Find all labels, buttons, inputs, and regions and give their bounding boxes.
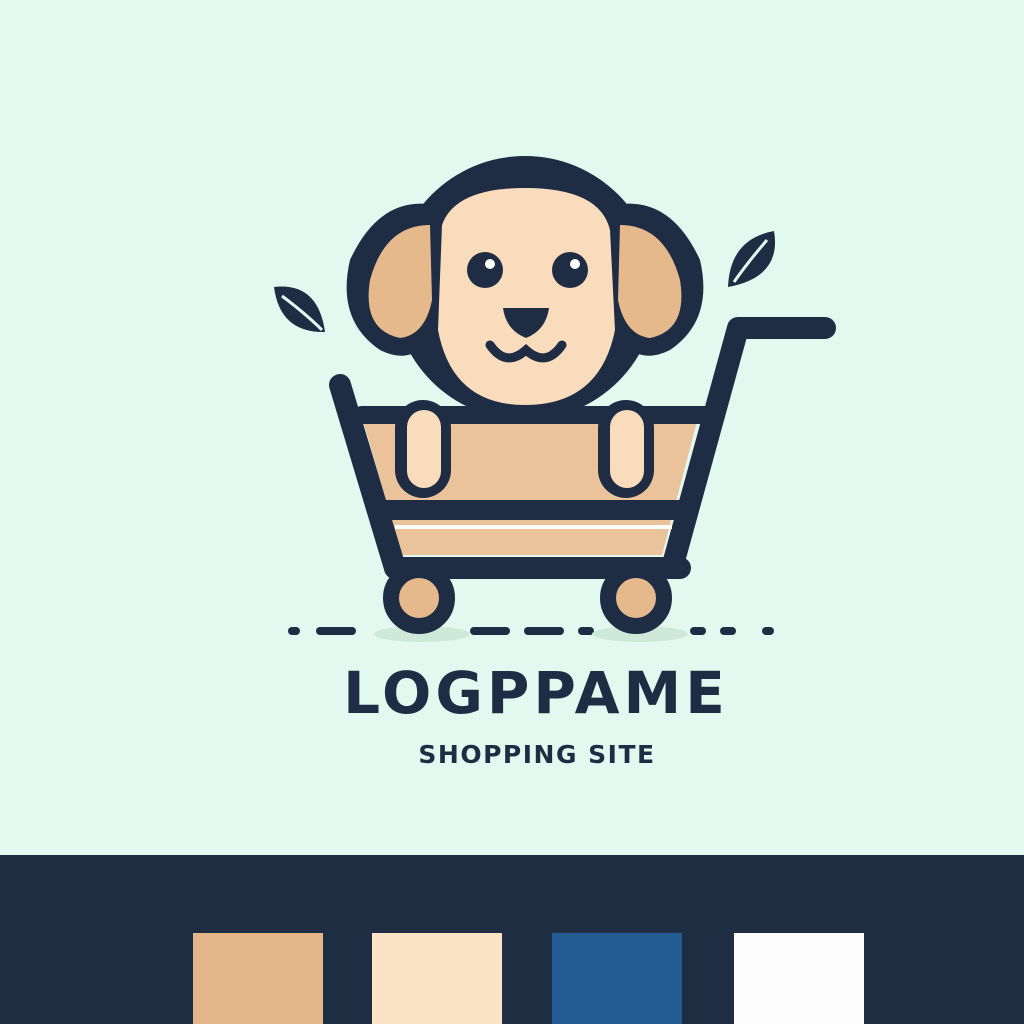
brand-tagline: SHOPPING SITE <box>418 740 656 769</box>
color-palette <box>0 855 1024 1024</box>
ground-line <box>288 627 774 635</box>
logo-canvas: LOGPPAME SHOPPING SITE <box>0 0 1024 855</box>
leaf-icon <box>274 286 325 333</box>
swatch-cream <box>372 933 502 1024</box>
leaf-icon <box>728 231 776 287</box>
brand-name: LOGPPAME <box>343 659 729 727</box>
swatch-white <box>734 933 864 1024</box>
swatch-blue <box>552 933 682 1024</box>
swatch-tan <box>193 933 323 1024</box>
